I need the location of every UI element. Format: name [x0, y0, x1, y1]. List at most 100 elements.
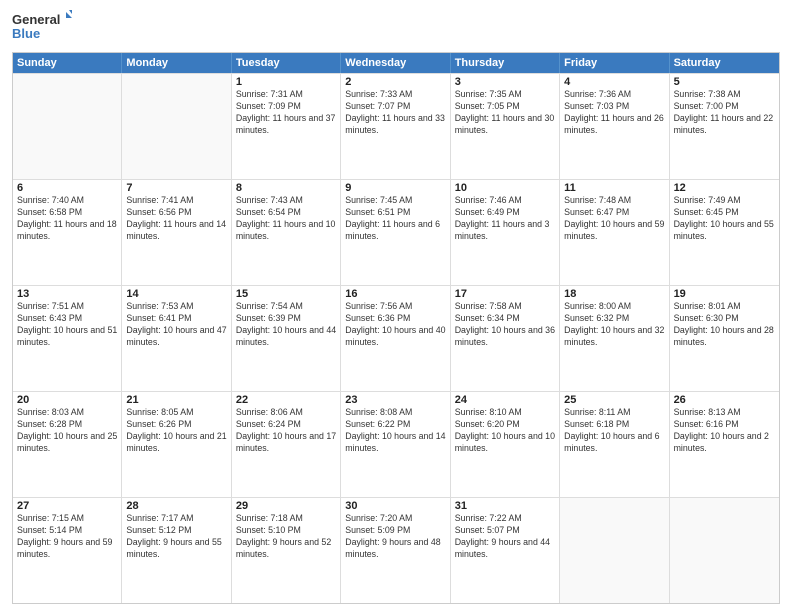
- cell-text: Sunrise: 7:43 AM Sunset: 6:54 PM Dayligh…: [236, 195, 336, 243]
- calendar-cell: 29Sunrise: 7:18 AM Sunset: 5:10 PM Dayli…: [232, 498, 341, 603]
- calendar-cell: 7Sunrise: 7:41 AM Sunset: 6:56 PM Daylig…: [122, 180, 231, 285]
- logo: General Blue: [12, 10, 72, 46]
- day-number: 9: [345, 182, 445, 194]
- calendar-cell: 27Sunrise: 7:15 AM Sunset: 5:14 PM Dayli…: [13, 498, 122, 603]
- day-number: 11: [564, 182, 664, 194]
- day-number: 1: [236, 76, 336, 88]
- day-number: 25: [564, 394, 664, 406]
- day-number: 31: [455, 500, 555, 512]
- calendar-cell: 2Sunrise: 7:33 AM Sunset: 7:07 PM Daylig…: [341, 74, 450, 179]
- calendar-cell: 13Sunrise: 7:51 AM Sunset: 6:43 PM Dayli…: [13, 286, 122, 391]
- calendar-cell: 18Sunrise: 8:00 AM Sunset: 6:32 PM Dayli…: [560, 286, 669, 391]
- calendar-cell: [13, 74, 122, 179]
- cell-text: Sunrise: 7:41 AM Sunset: 6:56 PM Dayligh…: [126, 195, 226, 243]
- day-number: 16: [345, 288, 445, 300]
- calendar-cell: 20Sunrise: 8:03 AM Sunset: 6:28 PM Dayli…: [13, 392, 122, 497]
- calendar-cell: 22Sunrise: 8:06 AM Sunset: 6:24 PM Dayli…: [232, 392, 341, 497]
- cell-text: Sunrise: 8:10 AM Sunset: 6:20 PM Dayligh…: [455, 407, 555, 455]
- weekday-header: Saturday: [670, 53, 779, 73]
- cell-text: Sunrise: 7:17 AM Sunset: 5:12 PM Dayligh…: [126, 513, 226, 561]
- cell-text: Sunrise: 7:18 AM Sunset: 5:10 PM Dayligh…: [236, 513, 336, 561]
- calendar-cell: 23Sunrise: 8:08 AM Sunset: 6:22 PM Dayli…: [341, 392, 450, 497]
- cell-text: Sunrise: 7:45 AM Sunset: 6:51 PM Dayligh…: [345, 195, 445, 243]
- calendar-cell: 26Sunrise: 8:13 AM Sunset: 6:16 PM Dayli…: [670, 392, 779, 497]
- calendar-body: 1Sunrise: 7:31 AM Sunset: 7:09 PM Daylig…: [13, 73, 779, 603]
- day-number: 8: [236, 182, 336, 194]
- calendar-cell: 10Sunrise: 7:46 AM Sunset: 6:49 PM Dayli…: [451, 180, 560, 285]
- cell-text: Sunrise: 8:03 AM Sunset: 6:28 PM Dayligh…: [17, 407, 117, 455]
- calendar-cell: 1Sunrise: 7:31 AM Sunset: 7:09 PM Daylig…: [232, 74, 341, 179]
- calendar-cell: 15Sunrise: 7:54 AM Sunset: 6:39 PM Dayli…: [232, 286, 341, 391]
- calendar-cell: 24Sunrise: 8:10 AM Sunset: 6:20 PM Dayli…: [451, 392, 560, 497]
- cell-text: Sunrise: 7:46 AM Sunset: 6:49 PM Dayligh…: [455, 195, 555, 243]
- calendar-cell: 31Sunrise: 7:22 AM Sunset: 5:07 PM Dayli…: [451, 498, 560, 603]
- day-number: 29: [236, 500, 336, 512]
- day-number: 5: [674, 76, 775, 88]
- calendar-cell: 3Sunrise: 7:35 AM Sunset: 7:05 PM Daylig…: [451, 74, 560, 179]
- calendar-cell: [670, 498, 779, 603]
- cell-text: Sunrise: 7:48 AM Sunset: 6:47 PM Dayligh…: [564, 195, 664, 243]
- day-number: 7: [126, 182, 226, 194]
- calendar-cell: 19Sunrise: 8:01 AM Sunset: 6:30 PM Dayli…: [670, 286, 779, 391]
- day-number: 4: [564, 76, 664, 88]
- cell-text: Sunrise: 7:38 AM Sunset: 7:00 PM Dayligh…: [674, 89, 775, 137]
- day-number: 10: [455, 182, 555, 194]
- calendar-cell: 21Sunrise: 8:05 AM Sunset: 6:26 PM Dayli…: [122, 392, 231, 497]
- day-number: 23: [345, 394, 445, 406]
- calendar-cell: [122, 74, 231, 179]
- calendar-row: 1Sunrise: 7:31 AM Sunset: 7:09 PM Daylig…: [13, 73, 779, 179]
- cell-text: Sunrise: 8:06 AM Sunset: 6:24 PM Dayligh…: [236, 407, 336, 455]
- day-number: 19: [674, 288, 775, 300]
- svg-text:Blue: Blue: [12, 26, 40, 41]
- day-number: 28: [126, 500, 226, 512]
- calendar-cell: 30Sunrise: 7:20 AM Sunset: 5:09 PM Dayli…: [341, 498, 450, 603]
- day-number: 18: [564, 288, 664, 300]
- day-number: 30: [345, 500, 445, 512]
- cell-text: Sunrise: 7:15 AM Sunset: 5:14 PM Dayligh…: [17, 513, 117, 561]
- day-number: 27: [17, 500, 117, 512]
- cell-text: Sunrise: 7:35 AM Sunset: 7:05 PM Dayligh…: [455, 89, 555, 137]
- day-number: 21: [126, 394, 226, 406]
- day-number: 14: [126, 288, 226, 300]
- calendar-cell: 25Sunrise: 8:11 AM Sunset: 6:18 PM Dayli…: [560, 392, 669, 497]
- cell-text: Sunrise: 7:58 AM Sunset: 6:34 PM Dayligh…: [455, 301, 555, 349]
- calendar-cell: 28Sunrise: 7:17 AM Sunset: 5:12 PM Dayli…: [122, 498, 231, 603]
- cell-text: Sunrise: 7:31 AM Sunset: 7:09 PM Dayligh…: [236, 89, 336, 137]
- cell-text: Sunrise: 8:05 AM Sunset: 6:26 PM Dayligh…: [126, 407, 226, 455]
- weekday-header: Sunday: [13, 53, 122, 73]
- logo-svg: General Blue: [12, 10, 72, 46]
- weekday-header: Friday: [560, 53, 669, 73]
- svg-text:General: General: [12, 12, 60, 27]
- weekday-header: Wednesday: [341, 53, 450, 73]
- day-number: 24: [455, 394, 555, 406]
- calendar-header: SundayMondayTuesdayWednesdayThursdayFrid…: [13, 53, 779, 73]
- weekday-header: Tuesday: [232, 53, 341, 73]
- calendar: SundayMondayTuesdayWednesdayThursdayFrid…: [12, 52, 780, 604]
- calendar-cell: 16Sunrise: 7:56 AM Sunset: 6:36 PM Dayli…: [341, 286, 450, 391]
- cell-text: Sunrise: 7:51 AM Sunset: 6:43 PM Dayligh…: [17, 301, 117, 349]
- calendar-row: 27Sunrise: 7:15 AM Sunset: 5:14 PM Dayli…: [13, 497, 779, 603]
- day-number: 6: [17, 182, 117, 194]
- cell-text: Sunrise: 7:54 AM Sunset: 6:39 PM Dayligh…: [236, 301, 336, 349]
- cell-text: Sunrise: 7:53 AM Sunset: 6:41 PM Dayligh…: [126, 301, 226, 349]
- calendar-row: 13Sunrise: 7:51 AM Sunset: 6:43 PM Dayli…: [13, 285, 779, 391]
- header: General Blue: [12, 10, 780, 46]
- cell-text: Sunrise: 8:08 AM Sunset: 6:22 PM Dayligh…: [345, 407, 445, 455]
- calendar-cell: 5Sunrise: 7:38 AM Sunset: 7:00 PM Daylig…: [670, 74, 779, 179]
- cell-text: Sunrise: 7:20 AM Sunset: 5:09 PM Dayligh…: [345, 513, 445, 561]
- cell-text: Sunrise: 7:40 AM Sunset: 6:58 PM Dayligh…: [17, 195, 117, 243]
- cell-text: Sunrise: 8:13 AM Sunset: 6:16 PM Dayligh…: [674, 407, 775, 455]
- weekday-header: Monday: [122, 53, 231, 73]
- day-number: 26: [674, 394, 775, 406]
- calendar-row: 20Sunrise: 8:03 AM Sunset: 6:28 PM Dayli…: [13, 391, 779, 497]
- day-number: 13: [17, 288, 117, 300]
- cell-text: Sunrise: 8:00 AM Sunset: 6:32 PM Dayligh…: [564, 301, 664, 349]
- calendar-cell: 4Sunrise: 7:36 AM Sunset: 7:03 PM Daylig…: [560, 74, 669, 179]
- day-number: 2: [345, 76, 445, 88]
- calendar-cell: 11Sunrise: 7:48 AM Sunset: 6:47 PM Dayli…: [560, 180, 669, 285]
- day-number: 17: [455, 288, 555, 300]
- calendar-cell: 17Sunrise: 7:58 AM Sunset: 6:34 PM Dayli…: [451, 286, 560, 391]
- calendar-cell: 12Sunrise: 7:49 AM Sunset: 6:45 PM Dayli…: [670, 180, 779, 285]
- cell-text: Sunrise: 8:11 AM Sunset: 6:18 PM Dayligh…: [564, 407, 664, 455]
- day-number: 12: [674, 182, 775, 194]
